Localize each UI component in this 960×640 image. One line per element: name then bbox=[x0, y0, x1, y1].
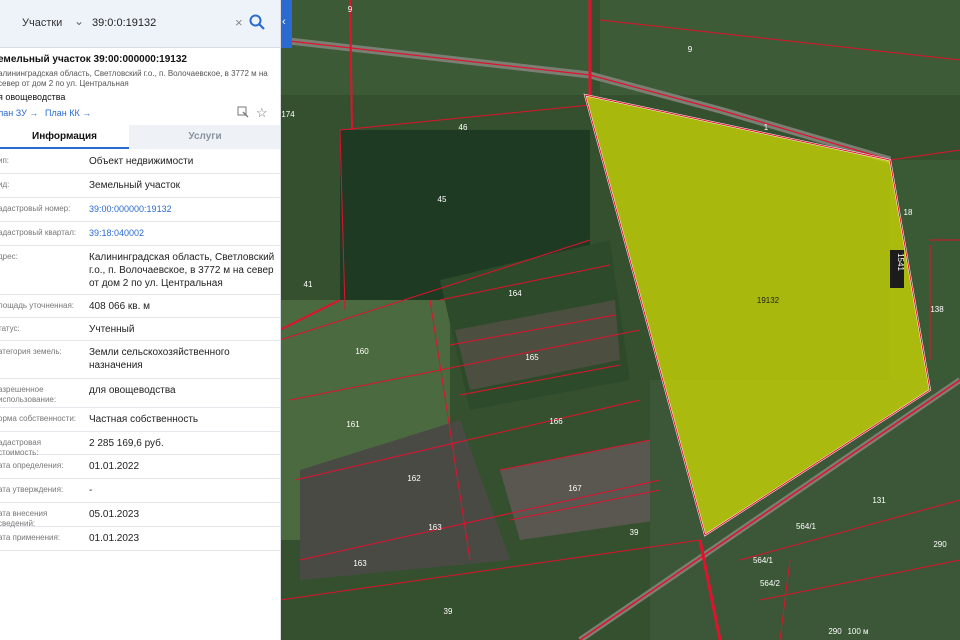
info-row: ип: Объект недвижимости bbox=[0, 150, 280, 174]
info-key: ата определения: bbox=[0, 461, 64, 470]
map-parcel-label[interactable]: 39 bbox=[444, 607, 453, 616]
info-row: ата утверждения: - bbox=[0, 479, 280, 503]
info-row: адастровый номер: 39:00:000000:19132 bbox=[0, 198, 280, 222]
info-key: ип: bbox=[0, 156, 10, 165]
plan-zu-link[interactable]: лан ЗУ → bbox=[0, 108, 38, 118]
info-key: ата применения: bbox=[0, 533, 61, 542]
map-parcel-label[interactable]: 290 bbox=[828, 627, 842, 636]
parcel-usage: я овощеводства bbox=[0, 92, 66, 102]
info-value: 05.01.2023 bbox=[89, 509, 140, 520]
search-bar: Участки ⌄ 39:0:0:19132 × bbox=[0, 0, 280, 48]
map-parcel-label[interactable]: 100 м bbox=[847, 627, 868, 636]
info-row: дрес: Калининградская область, Светловски… bbox=[0, 246, 280, 295]
map-parcel-label[interactable]: 18 bbox=[904, 208, 913, 217]
info-key: дрес: bbox=[0, 252, 18, 261]
info-key: ид: bbox=[0, 180, 10, 189]
plan-kk-link[interactable]: План КК → bbox=[45, 108, 91, 118]
info-value: Земли сельскохозяйственного назначения bbox=[89, 347, 230, 371]
map-parcel-label[interactable]: 161 bbox=[346, 420, 360, 429]
map-parcel-label[interactable]: 162 bbox=[407, 474, 421, 483]
map-parcel-label[interactable]: 45 bbox=[438, 195, 447, 204]
map-parcel-label[interactable]: 41 bbox=[304, 280, 313, 289]
info-value: Частная собственность bbox=[89, 414, 199, 425]
parcel-address: алининградская область, Светловский г.о.… bbox=[0, 69, 268, 88]
info-key: ата внесения сведений: bbox=[0, 509, 48, 528]
info-row: атегория земель: Земли сельскохозяйственн… bbox=[0, 341, 280, 379]
map-parcel-label[interactable]: 564/2 bbox=[760, 579, 781, 588]
info-row: азрешенное использование: для овощеводств… bbox=[0, 379, 280, 408]
info-value: 01.01.2023 bbox=[89, 533, 140, 544]
favorite-star-icon[interactable]: ☆ bbox=[256, 105, 268, 121]
search-type-select[interactable]: Участки bbox=[22, 17, 62, 29]
info-value: Учтенный bbox=[89, 324, 135, 335]
share-icon[interactable] bbox=[237, 106, 249, 118]
info-row: адастровая стоимость: 2 285 169,6 руб. bbox=[0, 432, 280, 457]
map-parcel-label[interactable]: 160 bbox=[355, 347, 369, 356]
map-parcel-label[interactable]: 131 bbox=[872, 496, 886, 505]
info-key: атегория земель: bbox=[0, 347, 62, 356]
info-value: 01.01.2022 bbox=[89, 461, 140, 472]
info-value: - bbox=[89, 485, 93, 496]
map-parcel-label[interactable]: 167 bbox=[568, 484, 582, 493]
search-icon[interactable] bbox=[248, 13, 266, 31]
info-key: лощадь уточненная: bbox=[0, 301, 75, 310]
map-parcel-label[interactable]: 163 bbox=[353, 559, 367, 568]
map-parcel-label[interactable]: 138 bbox=[930, 305, 944, 314]
map-parcel-label[interactable]: 564/1 bbox=[753, 556, 774, 565]
tab-services[interactable]: Услуги bbox=[129, 125, 280, 149]
info-row: ата применения: 01.01.2023 bbox=[0, 527, 280, 551]
info-row: адастровый квартал: 39:18:040002 bbox=[0, 222, 280, 246]
map-parcel-label[interactable]: 564/1 bbox=[796, 522, 817, 531]
info-value-link[interactable]: 39:00:000000:19132 bbox=[89, 203, 277, 216]
info-row: татус: Учтенный bbox=[0, 318, 280, 341]
map-parcel-label[interactable]: 9 bbox=[348, 5, 353, 14]
info-row: ид: Земельный участок bbox=[0, 174, 280, 198]
info-value: Калининградская область, Светловский г.о… bbox=[89, 252, 275, 289]
info-row: ата определения: 01.01.2022 bbox=[0, 455, 280, 479]
info-key: адастровый номер: bbox=[0, 204, 71, 213]
map-parcel-label[interactable]: 19132 bbox=[757, 296, 780, 305]
map-parcel-label[interactable]: 165 bbox=[525, 353, 539, 362]
map-parcel-label[interactable]: 46 bbox=[459, 123, 468, 132]
info-key: орма собственности: bbox=[0, 414, 77, 423]
info-row: лощадь уточненная: 408 066 кв. м bbox=[0, 295, 280, 318]
info-value: для овощеводства bbox=[89, 385, 176, 396]
map-parcel-label[interactable]: 1 bbox=[764, 123, 769, 132]
map-parcel-label[interactable]: 39 bbox=[630, 528, 639, 537]
map-parcel-label[interactable]: 290 bbox=[933, 540, 947, 549]
info-key: татус: bbox=[0, 324, 20, 333]
info-row: ата внесения сведений: 05.01.2023 bbox=[0, 503, 280, 528]
info-value: Земельный участок bbox=[89, 180, 181, 191]
map-parcel-label[interactable]: 164 bbox=[508, 289, 522, 298]
search-input[interactable]: 39:0:0:19132 bbox=[92, 17, 156, 29]
info-value: Объект недвижимости bbox=[89, 156, 194, 167]
map-parcel-label[interactable]: 1541 bbox=[896, 253, 905, 271]
info-value: 408 066 кв. м bbox=[89, 301, 151, 312]
info-key: азрешенное использование: bbox=[0, 385, 57, 404]
map-parcel-label[interactable]: 163 bbox=[428, 523, 442, 532]
chevron-left-icon: ‹ bbox=[282, 16, 286, 28]
map-parcel-label[interactable]: 174 bbox=[281, 110, 295, 119]
parcel-title: емельный участок 39:00:000000:19132 bbox=[0, 54, 187, 65]
chevron-down-icon[interactable]: ⌄ bbox=[74, 14, 84, 28]
info-panel: Участки ⌄ 39:0:0:19132 × емельный участо… bbox=[0, 0, 281, 640]
tab-bar: Информация Услуги bbox=[0, 125, 280, 149]
info-key: адастровый квартал: bbox=[0, 228, 77, 237]
close-icon[interactable]: × bbox=[235, 15, 243, 30]
info-value: 2 285 169,6 руб. bbox=[89, 438, 164, 449]
collapse-panel-button[interactable]: ‹ bbox=[281, 0, 292, 48]
info-value-link[interactable]: 39:18:040002 bbox=[89, 227, 277, 240]
info-row: орма собственности: Частная собственность bbox=[0, 408, 280, 432]
info-key: ата утверждения: bbox=[0, 485, 64, 494]
map-parcel-label[interactable]: 9 bbox=[688, 45, 693, 54]
map-parcel-label[interactable]: 166 bbox=[549, 417, 563, 426]
tab-information[interactable]: Информация bbox=[0, 125, 129, 149]
